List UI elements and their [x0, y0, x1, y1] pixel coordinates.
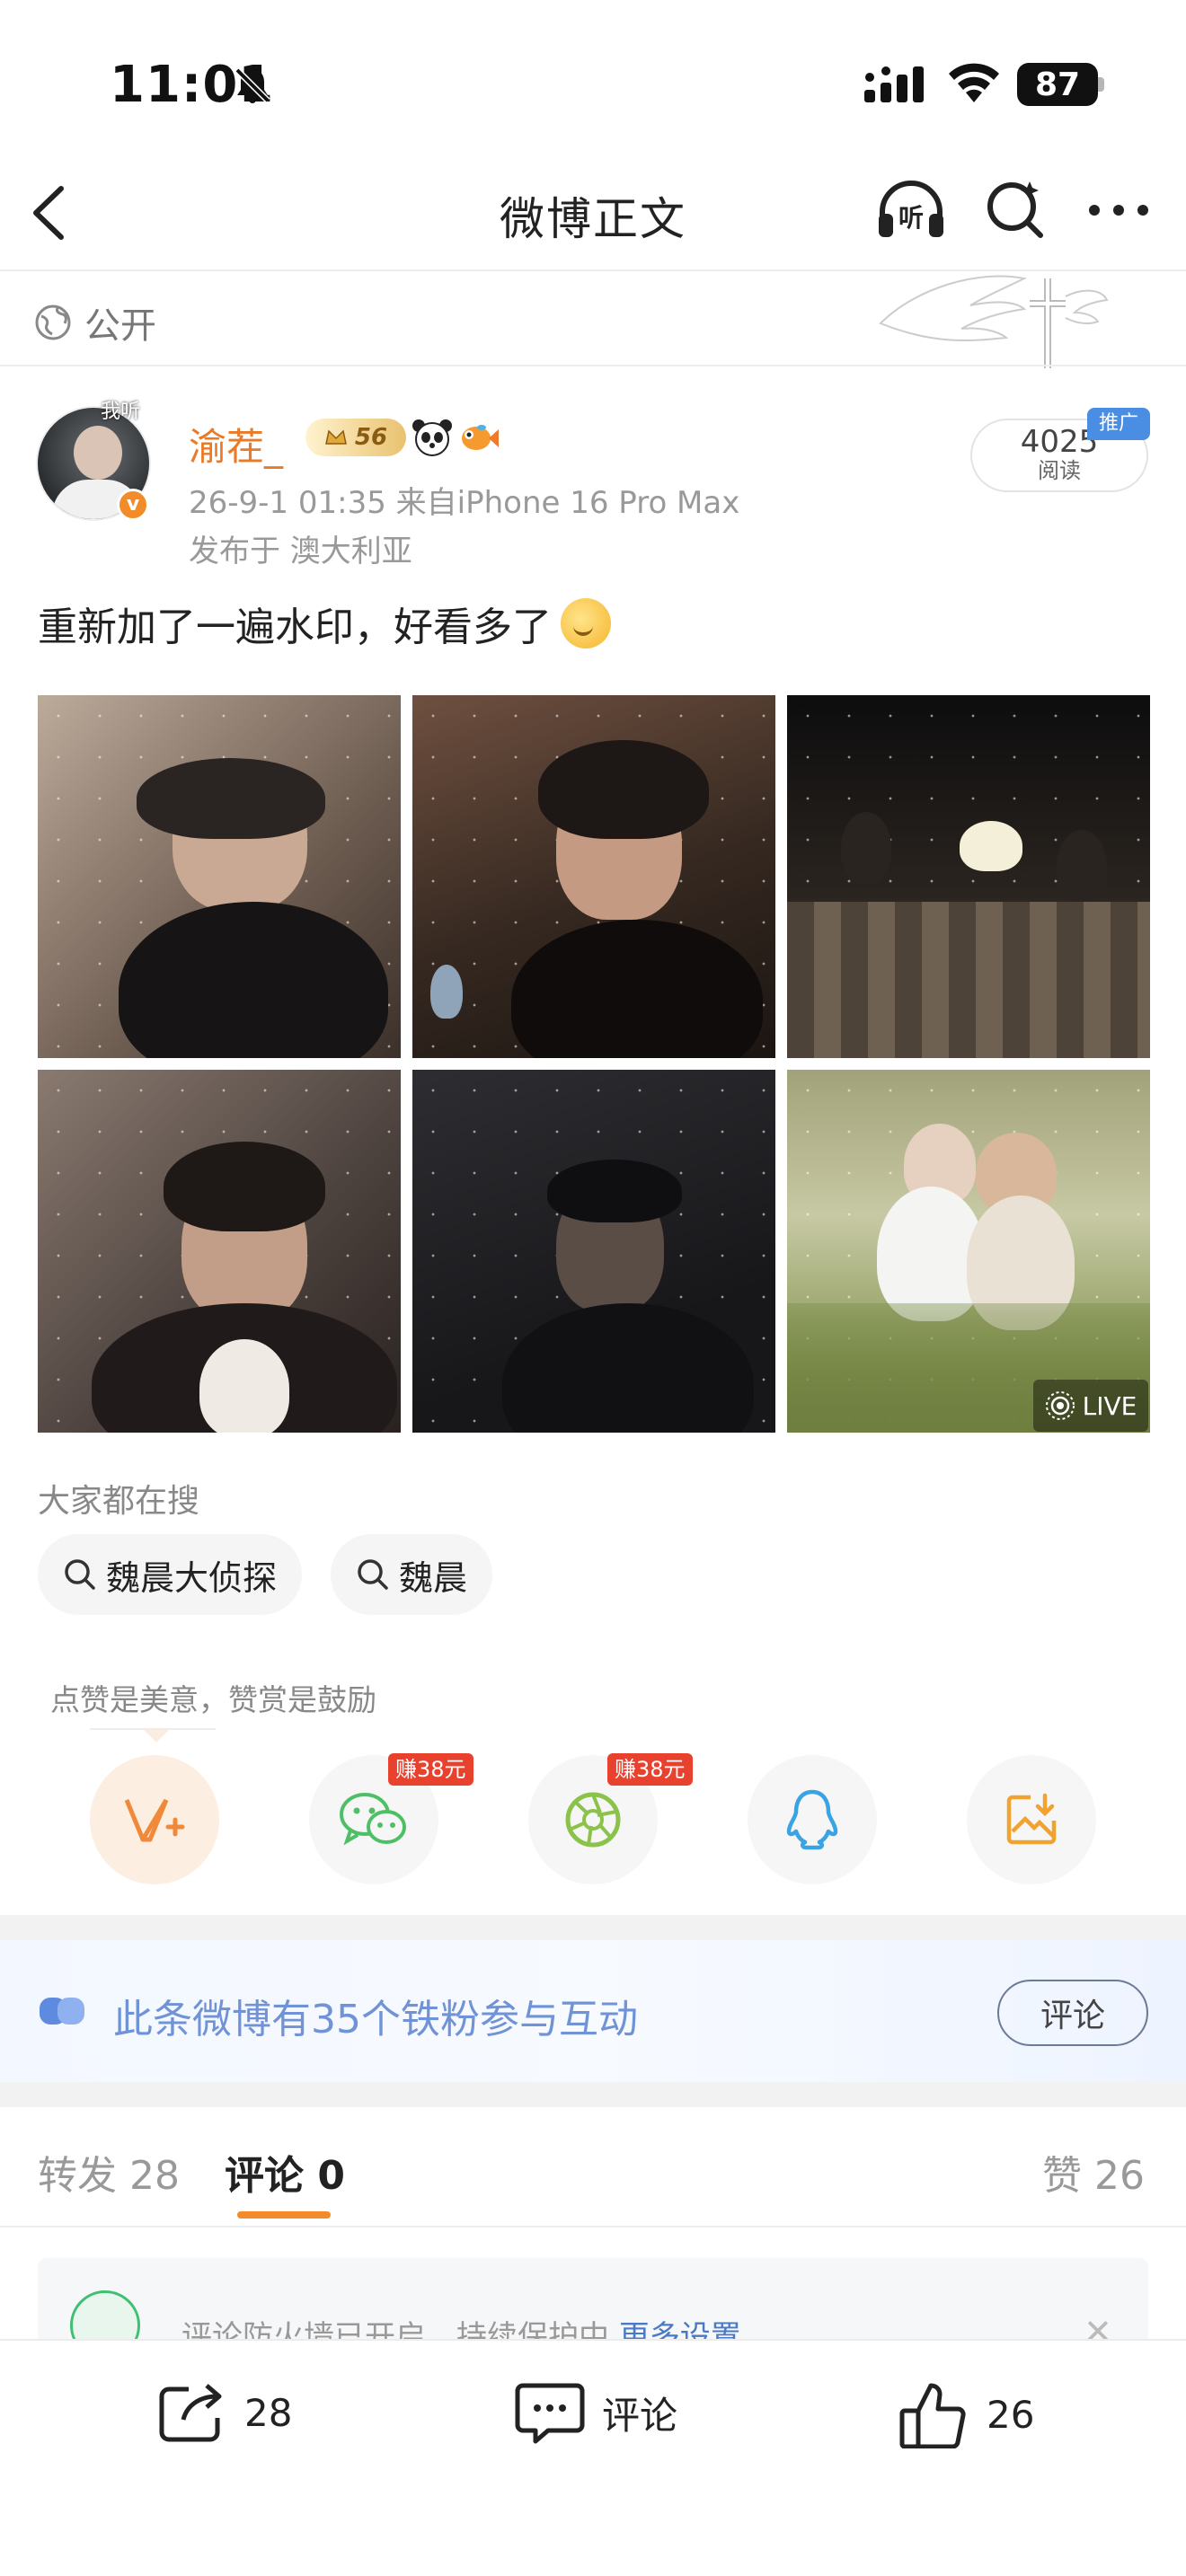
tab-like[interactable]: 赞 26: [1042, 2143, 1145, 2201]
search-chip[interactable]: 魏晨大侦探: [38, 1534, 303, 1615]
live-photo-badge: LIVE: [1033, 1380, 1148, 1432]
globe-icon: [34, 304, 72, 341]
post-image-6-live[interactable]: [787, 1070, 1150, 1433]
banner-comment-button[interactable]: 评论: [997, 1980, 1148, 2046]
silent-bell-icon: [232, 65, 273, 106]
iron-fans-text: 此条微博有35个铁粉参与互动: [113, 1997, 638, 2042]
reward-hint: 点赞是美意，赞赏是鼓励: [50, 1682, 376, 1717]
search-chip-label: 魏晨: [399, 1557, 468, 1598]
search-icon: [356, 1557, 390, 1592]
trending-search-heading: 大家都在搜: [38, 1483, 200, 1520]
comment-label: 评论: [602, 2393, 678, 2438]
tab-repost[interactable]: 转发 28: [38, 2143, 180, 2201]
wechat-icon: [338, 1789, 410, 1850]
iron-fans-icon: [40, 1996, 88, 2026]
post-text-row: 重新加了一遍水印，好看多了: [38, 595, 611, 652]
avatar-caption: 我听: [101, 401, 141, 423]
panda-icon: [412, 419, 453, 456]
crown-icon: [324, 428, 348, 447]
visibility-label: 公开: [84, 305, 156, 347]
thumbs-up-icon: [898, 2380, 970, 2448]
save-image-icon: [1004, 1792, 1059, 1848]
comment-action[interactable]: 评论: [514, 2380, 677, 2445]
section-separator: [0, 2082, 1186, 2107]
visibility-row: 公开: [34, 296, 156, 348]
section-divider: [0, 365, 1186, 366]
post-image-5[interactable]: [412, 1070, 775, 1433]
reward-v-plus-icon: [123, 1793, 186, 1847]
repost-action[interactable]: 28: [156, 2380, 292, 2445]
post-location: 发布于 澳大利亚: [189, 534, 412, 569]
search-chip-label: 魏晨大侦探: [106, 1557, 278, 1598]
author-name[interactable]: 渝茬_: [189, 417, 283, 472]
battery-tip: [1098, 77, 1104, 92]
reward-button[interactable]: [90, 1755, 219, 1884]
share-qq-button[interactable]: [748, 1755, 877, 1884]
cellular-signal-icon: [864, 66, 927, 102]
post-text: 重新加了一遍水印，好看多了: [38, 604, 552, 650]
promote-badge[interactable]: 推广: [1087, 408, 1150, 440]
smirk-emoji-icon: [561, 598, 611, 648]
live-label: LIVE: [1082, 1390, 1137, 1421]
section-separator: [0, 1915, 1186, 1940]
search-chip[interactable]: 魏晨: [331, 1534, 493, 1615]
reward-hint-pointer: [144, 1730, 169, 1742]
earn-badge: 赚38元: [607, 1753, 693, 1786]
listen-icon[interactable]: 听: [875, 176, 947, 241]
live-photo-icon: [1045, 1390, 1075, 1421]
qq-penguin-icon: [783, 1788, 841, 1851]
save-image-button[interactable]: [967, 1755, 1096, 1884]
comment-icon: [514, 2380, 586, 2445]
verified-badge-icon: v: [117, 489, 149, 521]
post-image-2[interactable]: [412, 695, 775, 1058]
bottom-action-bar: [0, 2339, 1186, 2576]
level-badge-value: 56: [354, 424, 388, 451]
active-tab-indicator: [237, 2211, 331, 2219]
moments-shutter-icon: [562, 1788, 624, 1851]
level-badge[interactable]: 56: [305, 419, 406, 456]
repost-count: 28: [244, 2390, 293, 2435]
post-image-3[interactable]: [787, 695, 1150, 1058]
battery-indicator: 87: [1017, 63, 1098, 106]
goldfish-icon: [456, 419, 500, 456]
wifi-icon: [947, 63, 1001, 104]
earn-badge: 赚38元: [388, 1753, 474, 1786]
repost-icon: [156, 2380, 228, 2445]
post-image-1[interactable]: [38, 695, 401, 1058]
like-count: 26: [987, 2392, 1035, 2437]
post-image-4[interactable]: [38, 1070, 401, 1433]
more-options-icon[interactable]: [1087, 203, 1150, 217]
search-icon: [63, 1557, 97, 1592]
search-icon[interactable]: [985, 178, 1048, 241]
tabs-divider: [0, 2226, 1186, 2228]
post-meta: 26-9-1 01:35 来自iPhone 16 Pro Max: [189, 485, 740, 521]
listen-icon-text: 听: [898, 203, 924, 233]
tab-comment[interactable]: 评论 0: [225, 2143, 345, 2201]
reads-label: 阅读: [1038, 458, 1081, 483]
angel-wing-cross-decoration: [877, 269, 1111, 377]
like-action[interactable]: 26: [898, 2380, 1034, 2448]
